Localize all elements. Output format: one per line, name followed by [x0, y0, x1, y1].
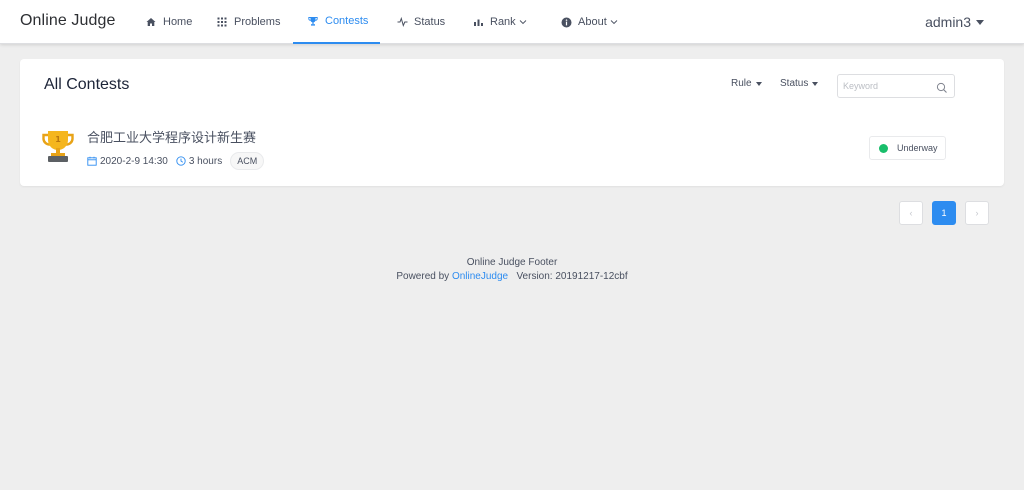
nav-contests-label: Contests: [325, 15, 369, 27]
contest-start-time: 2020-2-9 14:30: [87, 156, 168, 167]
footer-title: Online Judge Footer: [466, 257, 558, 268]
next-page-button[interactable]: ›: [965, 201, 989, 225]
contest-meta: 2020-2-9 14:30 3 hours ACM: [87, 152, 265, 170]
home-icon: [144, 15, 158, 29]
clock-icon: [176, 156, 186, 166]
chevron-down-icon: [610, 18, 618, 26]
site-logo[interactable]: Online Judge: [20, 12, 116, 30]
duration-text: 3 hours: [188, 155, 223, 167]
status-dot: [879, 143, 888, 153]
status-text: Underway: [897, 143, 938, 153]
caret-down-icon: [976, 19, 984, 25]
footer-powered: Powered by OnlineJudge Version: 20191217…: [0, 270, 1024, 284]
top-navbar: Online Judge Home Problems Contests Stat…: [0, 0, 1024, 44]
rule-filter-dropdown[interactable]: Rule: [731, 78, 762, 89]
nav-home[interactable]: Home: [144, 0, 192, 44]
nav-problems[interactable]: Problems: [215, 0, 280, 44]
version-text: Version: 20191217-12cbf: [516, 271, 628, 282]
caret-down-icon: [812, 81, 819, 86]
username: admin3: [925, 14, 971, 30]
trophy-icon: 1: [42, 129, 74, 163]
rule-type-tag[interactable]: ACM: [230, 152, 265, 170]
prev-page-button[interactable]: ‹: [899, 201, 923, 225]
pulse-icon: [395, 15, 409, 29]
chevron-down-icon: [519, 18, 527, 26]
calendar-icon: [87, 156, 97, 166]
contest-list-item: 1 合肥工业大学程序设计新生赛 2020-2-9 14:30 3 hours A…: [20, 119, 1004, 177]
nav-rank[interactable]: Rank: [471, 0, 527, 44]
svg-text:1: 1: [55, 135, 61, 144]
info-icon: [559, 15, 573, 29]
nav-about-label: About: [578, 16, 607, 28]
page-1-button[interactable]: 1: [932, 201, 956, 225]
contest-duration: 3 hours: [176, 156, 222, 167]
page-title: All Contests: [44, 76, 130, 93]
search-box: [837, 74, 955, 98]
grid-icon: [215, 15, 229, 29]
status-filter-label: Status: [780, 78, 809, 89]
nav-rank-label: Rank: [490, 16, 516, 28]
search-input[interactable]: [843, 78, 933, 94]
user-menu[interactable]: admin3: [925, 0, 984, 44]
contests-panel: All Contests Rule Status 1 合肥工业大学程序设计新生赛: [20, 59, 1004, 186]
bar-chart-icon: [471, 15, 485, 29]
caret-down-icon: [755, 81, 762, 86]
powered-by-text: Powered by: [396, 271, 450, 282]
search-icon[interactable]: [936, 81, 948, 93]
start-time-text: 2020-2-9 14:30: [100, 155, 168, 167]
rule-filter-label: Rule: [731, 78, 752, 89]
status-filter-dropdown[interactable]: Status: [780, 78, 819, 89]
nav-status[interactable]: Status: [395, 0, 445, 44]
nav-contests[interactable]: Contests: [293, 0, 380, 44]
nav-about[interactable]: About: [559, 0, 618, 44]
nav-status-label: Status: [414, 16, 446, 28]
nav-problems-label: Problems: [234, 16, 281, 28]
status-badge: Underway: [869, 136, 946, 160]
nav-home-label: Home: [163, 16, 193, 28]
footer: Online Judge Footer Powered by OnlineJud…: [0, 256, 1024, 284]
contest-title-link[interactable]: 合肥工业大学程序设计新生赛: [87, 127, 256, 146]
trophy-icon: [306, 14, 320, 28]
onlinejudge-link[interactable]: OnlineJudge: [452, 271, 508, 282]
